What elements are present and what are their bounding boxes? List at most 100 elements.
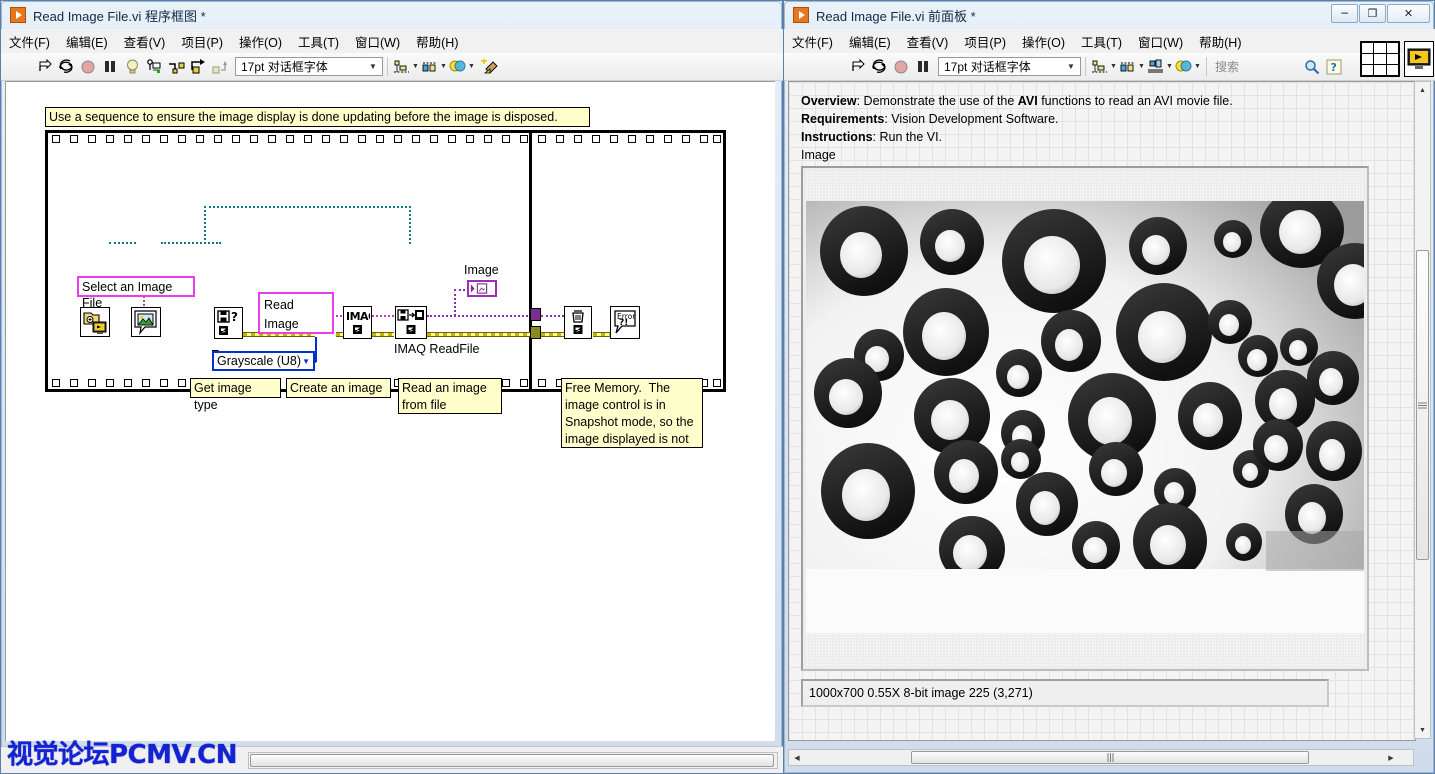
chevron-down-icon: ▼ <box>1166 63 1173 70</box>
front-panel-canvas[interactable]: Overview: Demonstrate the use of the AVI… <box>788 81 1416 741</box>
menu-tools[interactable]: 工具(T) <box>1073 30 1130 53</box>
font-selector[interactable]: 17pt 对话框字体 ▼ <box>938 57 1081 76</box>
abort-stop-icon[interactable] <box>77 56 99 78</box>
abort-stop-icon[interactable] <box>890 56 912 78</box>
menu-view[interactable]: 查看(V) <box>899 30 957 53</box>
step-into-icon[interactable] <box>165 56 187 78</box>
get-image-type-icon[interactable]: ? <box>214 307 243 339</box>
align-objects-icon[interactable]: ▼ <box>392 56 420 78</box>
image-control-label: Image <box>801 148 836 162</box>
step-out-icon[interactable] <box>209 56 231 78</box>
labview-run-icon <box>10 7 26 23</box>
run-arrow-icon[interactable] <box>33 56 55 78</box>
file-dialog-icon[interactable] <box>80 307 110 337</box>
toolbar-separator <box>1085 57 1086 76</box>
instructions-line: Instructions: Run the VI. <box>801 130 942 144</box>
comment-create-an-image[interactable]: Create an image <box>286 378 391 398</box>
menu-window[interactable]: 窗口(W) <box>1130 30 1191 53</box>
front-panel-title: Read Image File.vi 前面板 * <box>816 6 976 25</box>
watermark-text: 视觉论坛PCMV.CN <box>7 734 237 771</box>
flat-sequence-structure[interactable] <box>45 130 726 392</box>
magnifier-icon[interactable] <box>1301 56 1323 78</box>
block-diagram-canvas[interactable]: Use a sequence to ensure the image displ… <box>5 81 775 741</box>
run-continuously-icon[interactable] <box>868 56 890 78</box>
menu-operate[interactable]: 操作(O) <box>1014 30 1073 53</box>
minimize-button[interactable]: ─ <box>1331 4 1358 23</box>
image-display-control[interactable] <box>801 166 1369 671</box>
menu-help[interactable]: 帮助(H) <box>408 30 466 53</box>
comment-get-image-type[interactable]: Get image type <box>190 378 281 398</box>
front-panel-hscrollbar[interactable]: ◀ ▶ <box>788 749 1414 766</box>
vscrollbar-thumb[interactable] <box>1416 250 1429 560</box>
pause-icon[interactable] <box>912 56 934 78</box>
image-type-enum-value: Grayscale (U8) <box>217 354 301 368</box>
search-input[interactable]: 搜索 <box>1211 57 1301 76</box>
menu-file[interactable]: 文件(F) <box>1 30 58 53</box>
menu-window[interactable]: 窗口(W) <box>347 30 408 53</box>
vi-icon[interactable] <box>1404 41 1434 77</box>
distribute-objects-icon[interactable]: ▼ <box>420 56 448 78</box>
diagram-top-comment[interactable]: Use a sequence to ensure the image displ… <box>45 107 590 127</box>
image-status-field[interactable]: 1000x700 0.55X 8-bit image 225 (3,271) <box>801 679 1329 707</box>
font-selector[interactable]: 17pt 对话框字体 ▼ <box>235 57 383 76</box>
image-indicator-terminal[interactable] <box>467 280 497 297</box>
maximize-button[interactable]: ❐ <box>1359 4 1386 23</box>
comment-read-an-image-from-file[interactable]: Read an image from file <box>398 378 502 414</box>
front-panel-vscrollbar[interactable]: ▲ ▼ <box>1414 81 1431 739</box>
run-arrow-icon[interactable] <box>846 56 868 78</box>
connector-pane-icon[interactable] <box>1360 41 1400 77</box>
washers-photo <box>806 201 1364 633</box>
imaq-dispose-trash-icon[interactable] <box>564 306 592 339</box>
reorder-icon[interactable]: ▼ <box>1174 56 1202 78</box>
instructions-label: Instructions <box>801 130 873 144</box>
tunnel-error[interactable] <box>530 326 541 339</box>
run-continuously-icon[interactable] <box>55 56 77 78</box>
image-type-enum[interactable]: Grayscale (U8) ▼ <box>212 351 315 371</box>
image-display-area[interactable] <box>806 171 1364 666</box>
scroll-up-arrow-icon[interactable]: ▲ <box>1415 83 1430 97</box>
label-select-an-image-file[interactable]: Select an Image File <box>77 276 195 297</box>
context-help-question-icon[interactable]: ? <box>1323 56 1345 78</box>
simple-error-handler-icon[interactable]: Error ?! <box>610 306 640 339</box>
chevron-down-icon: ▼ <box>440 63 447 70</box>
block-diagram-hscrollbar[interactable] <box>248 752 778 769</box>
tunnel-image[interactable] <box>530 308 541 321</box>
scroll-down-arrow-icon[interactable]: ▼ <box>1415 723 1430 737</box>
menu-view[interactable]: 查看(V) <box>116 30 174 53</box>
step-over-icon[interactable] <box>187 56 209 78</box>
chevron-down-icon: ▼ <box>1194 63 1201 70</box>
pause-icon[interactable] <box>99 56 121 78</box>
menu-edit[interactable]: 编辑(E) <box>58 30 116 53</box>
error-wire <box>427 332 536 337</box>
menu-file[interactable]: 文件(F) <box>784 30 841 53</box>
distribute-objects-icon[interactable]: ▼ <box>1118 56 1146 78</box>
clean-up-diagram-icon[interactable] <box>476 56 502 78</box>
label-read-image[interactable]: Read Image <box>258 292 334 334</box>
hscrollbar-thumb[interactable] <box>250 754 774 767</box>
menu-help[interactable]: 帮助(H) <box>1191 30 1249 53</box>
menu-edit[interactable]: 编辑(E) <box>841 30 899 53</box>
menu-project[interactable]: 项目(P) <box>956 30 1014 53</box>
error-wire <box>372 332 394 337</box>
imaq-create-icon[interactable]: IMAQ <box>343 306 372 339</box>
hscrollbar-thumb[interactable] <box>911 751 1309 764</box>
menu-tools[interactable]: 工具(T) <box>290 30 347 53</box>
label-image-indicator: Image <box>464 263 499 277</box>
menu-project[interactable]: 项目(P) <box>173 30 231 53</box>
scroll-right-arrow-icon[interactable]: ▶ <box>1384 750 1398 765</box>
resize-objects-icon[interactable]: ▼ <box>1146 56 1174 78</box>
close-button[interactable]: ✕ <box>1387 4 1430 23</box>
image-path-prompt-icon[interactable] <box>131 307 161 337</box>
align-objects-icon[interactable]: ▼ <box>1090 56 1118 78</box>
wire-path-blue <box>315 337 317 361</box>
svg-text:?!: ?! <box>619 318 628 328</box>
menu-operate[interactable]: 操作(O) <box>231 30 290 53</box>
highlight-execution-bulb-icon[interactable] <box>121 56 143 78</box>
reorder-icon[interactable]: ▼ <box>448 56 476 78</box>
comment-free-memory[interactable]: Free Memory. The image control is in Sna… <box>561 378 703 448</box>
scroll-left-arrow-icon[interactable]: ◀ <box>790 750 804 765</box>
svg-text:?: ? <box>231 310 238 324</box>
retain-wire-values-icon[interactable] <box>143 56 165 78</box>
search-placeholder: 搜索 <box>1215 58 1239 75</box>
imaq-readfile-icon[interactable] <box>395 306 427 339</box>
